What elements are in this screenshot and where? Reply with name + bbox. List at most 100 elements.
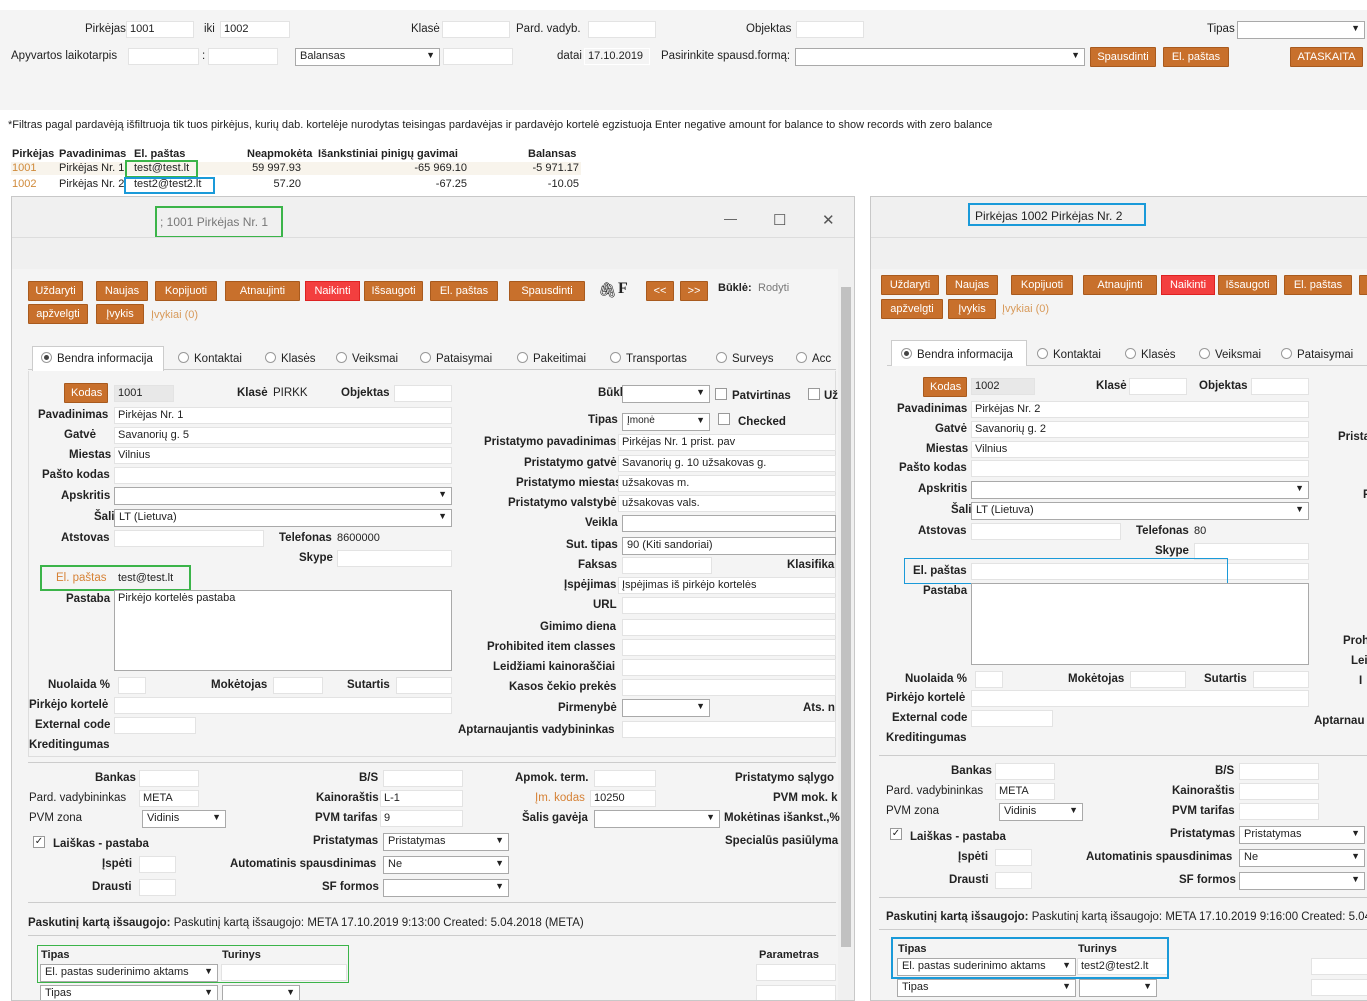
kodas-input[interactable]: 1001: [114, 385, 174, 402]
objektas-input[interactable]: [796, 21, 864, 38]
sf-formos-select[interactable]: ▼: [383, 879, 509, 897]
klase-input[interactable]: [442, 21, 510, 38]
balansas-select[interactable]: Balansas ▼: [295, 48, 440, 66]
gatve-input[interactable]: Savanorių g. 5: [114, 427, 452, 444]
faksas-input[interactable]: [622, 557, 712, 574]
pristatymo-gatve-input[interactable]: Savanorių g. 10 užsakovas g.: [618, 455, 836, 472]
salis-select[interactable]: LT (Lietuva) ▼: [114, 509, 452, 527]
tab-transportas[interactable]: Transportas: [610, 352, 687, 365]
tab-kontaktai[interactable]: Kontaktai: [1037, 348, 1101, 361]
tab-veiksmai[interactable]: Veiksmai: [336, 352, 398, 365]
pristatymas-select[interactable]: Pristatymas ▼: [1239, 826, 1365, 844]
telefonas-input[interactable]: 8600000: [333, 530, 452, 547]
kasos-input[interactable]: [622, 679, 836, 696]
scrollbar[interactable]: [838, 269, 854, 1000]
checked-checkbox[interactable]: [718, 413, 730, 425]
pirkejo-kortele-input[interactable]: [114, 697, 452, 714]
laiskas-checkbox[interactable]: ✓: [890, 828, 902, 840]
ispeti-input[interactable]: [139, 856, 176, 873]
tipas-row2-select[interactable]: Tipas ▼: [40, 985, 218, 1000]
sf-formos-select[interactable]: ▼: [1239, 872, 1365, 890]
tipas-row2-select[interactable]: Tipas ▼: [897, 979, 1076, 997]
el-pastas-button[interactable]: El. paštas: [430, 281, 498, 301]
bankas-input[interactable]: [995, 763, 1055, 780]
tab-klases[interactable]: Klasės: [265, 352, 316, 365]
tipas-select[interactable]: Įmonė ▼: [622, 413, 710, 431]
salis-select[interactable]: LT (Lietuva) ▼: [971, 502, 1309, 520]
pristatymas-select[interactable]: Pristatymas ▼: [383, 833, 509, 851]
naikinti-button[interactable]: Naikinti: [305, 281, 360, 301]
pard-vadybininkas-input[interactable]: META: [995, 783, 1055, 800]
uzdaryti-button[interactable]: Uždaryti: [881, 275, 939, 295]
im-kodas-link[interactable]: Įm. kodas: [535, 792, 585, 804]
pristatymo-pavadinimas-input[interactable]: Pirkėjas Nr. 1 prist. pav: [618, 434, 836, 451]
tab-bendra-informacija[interactable]: Bendra informacija: [41, 352, 153, 365]
pristatymo-miestas-input[interactable]: užsakovas m.: [618, 475, 836, 492]
klase-input[interactable]: [1129, 378, 1187, 395]
paperclip-icon[interactable]: 🖇: [598, 281, 617, 299]
automatinis-select[interactable]: Ne ▼: [383, 856, 509, 874]
turinys-row2-select[interactable]: ▼: [222, 985, 300, 1000]
pard-vadyb-input[interactable]: [588, 21, 656, 38]
print-form-select[interactable]: ▼: [795, 48, 1085, 66]
moketojas-input[interactable]: [1130, 671, 1186, 688]
tab-kontaktai[interactable]: Kontaktai: [178, 352, 242, 365]
nuolaida-input[interactable]: [118, 677, 146, 694]
bs-input[interactable]: [383, 770, 463, 787]
external-code-input[interactable]: [114, 717, 196, 734]
tab-klases[interactable]: Klasės: [1125, 348, 1176, 361]
uzdaryti-button[interactable]: Uždaryti: [28, 281, 83, 301]
parametras-row2-input[interactable]: [1311, 979, 1367, 996]
moketojas-input[interactable]: [273, 677, 323, 694]
leidziami-input[interactable]: [622, 659, 836, 676]
parametras-row2-input[interactable]: [756, 985, 836, 1000]
pastaba-textarea[interactable]: [971, 583, 1309, 665]
row-code-link[interactable]: 1001: [12, 162, 36, 174]
ivykiai-link[interactable]: Įvykiai (0): [1002, 303, 1049, 315]
pvm-zona-select[interactable]: Vidinis ▼: [142, 810, 226, 828]
apzvelgti-button[interactable]: apžvelgti: [28, 304, 88, 324]
salis-gaveja-select[interactable]: ▼: [594, 810, 720, 828]
uz-checkbox[interactable]: [808, 388, 820, 400]
apskritis-select[interactable]: ▼: [971, 481, 1309, 499]
pvm-tarifas-input[interactable]: [1239, 803, 1319, 820]
patvirtinas-checkbox[interactable]: [715, 388, 727, 400]
sut-tipas-select[interactable]: 90 (Kiti sandoriai): [622, 537, 836, 555]
miestas-input[interactable]: Vilnius: [971, 441, 1309, 458]
kopijuoti-button[interactable]: Kopijuoti: [155, 281, 217, 301]
ispejimas-input[interactable]: Įspėjimas iš pirkėjo kortelės: [618, 577, 836, 594]
atnaujinti-button[interactable]: Atnaujinti: [1083, 275, 1157, 295]
kodas-button[interactable]: Kodas: [64, 383, 108, 403]
objektas-input[interactable]: [394, 385, 452, 402]
atstovas-input[interactable]: [114, 530, 264, 547]
tab-surveys[interactable]: Surveys: [716, 352, 774, 365]
telefonas-input[interactable]: 80: [1190, 523, 1309, 540]
el-pastas-button[interactable]: El. paštas: [1284, 275, 1352, 295]
miestas-input[interactable]: Vilnius: [114, 447, 452, 464]
parametras-row-input[interactable]: [1311, 958, 1367, 975]
spausdinti-button[interactable]: Spausdinti: [509, 281, 585, 301]
nuolaida-input[interactable]: [975, 671, 1003, 688]
automatinis-select[interactable]: Ne ▼: [1239, 849, 1365, 867]
issaugoti-button[interactable]: Išsaugoti: [1218, 275, 1277, 295]
atstovas-input[interactable]: [971, 523, 1121, 540]
external-code-input[interactable]: [971, 710, 1053, 727]
period-from-input[interactable]: [128, 48, 199, 65]
scrollbar-thumb[interactable]: [841, 287, 851, 947]
bs-input[interactable]: [1239, 763, 1319, 780]
prohibited-input[interactable]: [622, 639, 836, 656]
pirmenybe-select[interactable]: ▼: [622, 699, 710, 717]
naujas-button[interactable]: Naujas: [946, 275, 998, 295]
pasto-kodas-input[interactable]: [114, 467, 452, 484]
pirkejas-to-input[interactable]: 1002: [220, 21, 290, 38]
ivykis-button[interactable]: Įvykis: [96, 304, 144, 324]
maximize-button[interactable]: ☐: [773, 211, 786, 229]
skype-input[interactable]: [337, 550, 452, 567]
turinys-row2-select[interactable]: ▼: [1079, 979, 1157, 997]
pirkejas-from-input[interactable]: 1001: [126, 21, 194, 38]
url-input[interactable]: [622, 597, 836, 614]
el-pastas-button[interactable]: El. paštas: [1163, 47, 1229, 67]
gatve-input[interactable]: Savanorių g. 2: [971, 421, 1309, 438]
prev-button[interactable]: <<: [646, 281, 674, 301]
aptarnaujantis-input[interactable]: [622, 721, 836, 738]
